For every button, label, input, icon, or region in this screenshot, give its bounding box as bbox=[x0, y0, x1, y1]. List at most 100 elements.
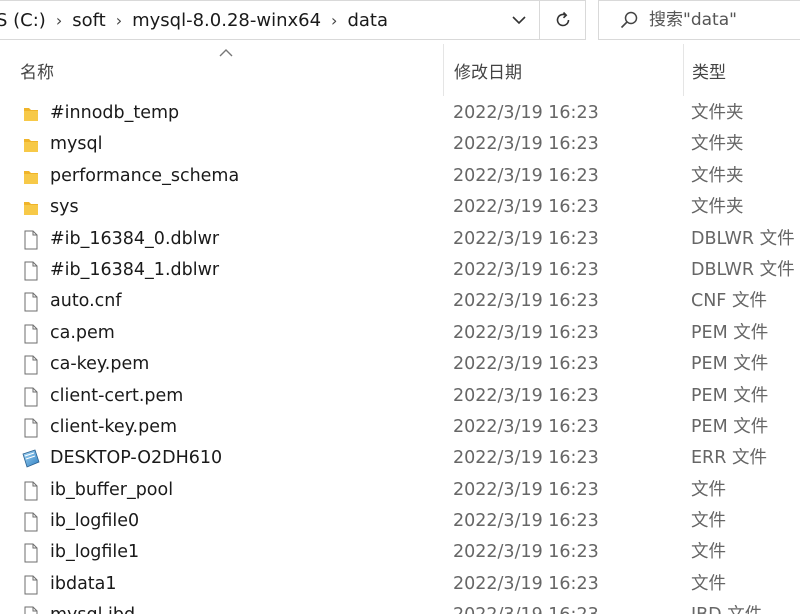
file-modified-date: 2022/3/19 16:23 bbox=[453, 479, 599, 500]
file-type: PEM 文件 bbox=[691, 322, 769, 343]
file-name: #innodb_temp bbox=[50, 103, 180, 123]
column-header-name[interactable]: 名称 bbox=[0, 44, 443, 96]
file-row[interactable]: ib_logfile1 2022/3/19 16:23 文件 bbox=[0, 537, 800, 568]
file-row[interactable]: ibdata1 2022/3/19 16:23 文件 bbox=[0, 569, 800, 600]
file-type: DBLWR 文件 bbox=[691, 259, 795, 280]
file-icon bbox=[20, 511, 42, 533]
file-row[interactable]: DESKTOP-O2DH610 2022/3/19 16:23 ERR 文件 bbox=[0, 443, 800, 474]
file-row[interactable]: #ib_16384_1.dblwr 2022/3/19 16:23 DBLWR 文件 bbox=[0, 255, 800, 286]
file-row[interactable]: ib_buffer_pool 2022/3/19 16:23 文件 bbox=[0, 475, 800, 506]
file-modified-date: 2022/3/19 16:23 bbox=[453, 322, 599, 343]
search-icon bbox=[609, 1, 649, 39]
file-modified-date: 2022/3/19 16:23 bbox=[453, 385, 599, 406]
file-name: ib_logfile1 bbox=[50, 542, 140, 563]
file-type: ERR 文件 bbox=[691, 448, 767, 469]
breadcrumb-data[interactable]: data bbox=[345, 10, 390, 31]
file-modified-date: 2022/3/19 16:23 bbox=[453, 134, 599, 155]
file-explorer-window: S (C:) › soft › mysql-8.0.28-winx64 › da… bbox=[0, 0, 800, 614]
column-header: 名称 修改日期 类型 bbox=[0, 44, 800, 96]
folder-icon bbox=[20, 197, 42, 219]
refresh-icon bbox=[556, 11, 569, 27]
file-type: DBLWR 文件 bbox=[691, 228, 795, 249]
file-row[interactable]: sys 2022/3/19 16:23 文件夹 bbox=[0, 192, 800, 223]
file-name: mysql bbox=[50, 134, 103, 155]
file-name: ib_buffer_pool bbox=[50, 479, 174, 500]
breadcrumb-separator-icon[interactable]: › bbox=[48, 11, 70, 30]
file-icon bbox=[20, 354, 42, 376]
file-type: 文件 bbox=[691, 511, 726, 532]
file-icon bbox=[20, 480, 42, 502]
file-type: 文件 bbox=[691, 542, 726, 563]
file-type: 文件 bbox=[691, 573, 726, 594]
file-modified-date: 2022/3/19 16:23 bbox=[453, 511, 599, 532]
breadcrumb-mysql[interactable]: mysql-8.0.28-winx64 bbox=[130, 10, 323, 31]
address-history-button[interactable] bbox=[499, 1, 539, 39]
file-icon bbox=[20, 229, 42, 251]
file-name: #ib_16384_1.dblwr bbox=[50, 259, 220, 280]
file-row[interactable]: auto.cnf 2022/3/19 16:23 CNF 文件 bbox=[0, 286, 800, 317]
file-modified-date: 2022/3/19 16:23 bbox=[453, 448, 599, 469]
file-icon bbox=[20, 260, 42, 282]
file-name: sys bbox=[50, 197, 79, 218]
file-row[interactable]: ca-key.pem 2022/3/19 16:23 PEM 文件 bbox=[0, 349, 800, 380]
file-name: auto.cnf bbox=[50, 291, 122, 312]
file-row[interactable]: mysql 2022/3/19 16:23 文件夹 bbox=[0, 129, 800, 160]
file-type: 文件夹 bbox=[691, 197, 744, 218]
file-name: #ib_16384_0.dblwr bbox=[50, 228, 220, 249]
folder-icon bbox=[20, 103, 42, 125]
file-row[interactable]: #ib_16384_0.dblwr 2022/3/19 16:23 DBLWR 文件 bbox=[0, 224, 800, 255]
file-type: PEM 文件 bbox=[691, 354, 769, 375]
chevron-down-icon bbox=[512, 16, 526, 25]
file-modified-date: 2022/3/19 16:23 bbox=[453, 259, 599, 280]
file-icon bbox=[20, 542, 42, 564]
file-icon bbox=[20, 291, 42, 313]
file-type: PEM 文件 bbox=[691, 385, 769, 406]
file-list: #innodb_temp 2022/3/19 16:23 文件夹 mysql 2022/… bbox=[0, 98, 800, 614]
file-row[interactable]: client-key.pem 2022/3/19 16:23 PEM 文件 bbox=[0, 412, 800, 443]
file-modified-date: 2022/3/19 16:23 bbox=[453, 291, 599, 312]
file-name: client-key.pem bbox=[50, 416, 178, 437]
error-log-icon bbox=[20, 448, 42, 470]
file-name: ca.pem bbox=[50, 322, 115, 343]
file-modified-date: 2022/3/19 16:23 bbox=[453, 354, 599, 375]
folder-icon bbox=[20, 134, 42, 156]
file-row[interactable]: client-cert.pem 2022/3/19 16:23 PEM 文件 bbox=[0, 381, 800, 412]
file-name: mysql.ibd bbox=[50, 600, 135, 614]
breadcrumb-drive[interactable]: S (C:) bbox=[0, 10, 48, 31]
file-row[interactable]: #innodb_temp 2022/3/19 16:23 文件夹 bbox=[0, 98, 800, 129]
file-name: performance_schema bbox=[50, 165, 240, 186]
file-name: client-cert.pem bbox=[50, 385, 184, 406]
file-type: PEM 文件 bbox=[691, 416, 769, 437]
file-modified-date: 2022/3/19 16:23 bbox=[453, 165, 599, 186]
file-name: ca-key.pem bbox=[50, 354, 150, 375]
file-modified-date: 2022/3/19 16:23 bbox=[453, 228, 599, 249]
file-row[interactable]: performance_schema 2022/3/19 16:23 文件夹 bbox=[0, 161, 800, 192]
breadcrumb-separator-icon[interactable]: › bbox=[323, 11, 345, 30]
file-row[interactable]: mysql.ibd 2022/3/19 16:23 IBD 文件 bbox=[0, 600, 800, 614]
search-input[interactable] bbox=[649, 10, 789, 30]
file-modified-date: 2022/3/19 16:23 bbox=[453, 600, 599, 614]
breadcrumb-separator-icon[interactable]: › bbox=[108, 11, 130, 30]
file-name: DESKTOP-O2DH610 bbox=[50, 448, 223, 469]
file-type: 文件夹 bbox=[691, 103, 744, 123]
search-box[interactable] bbox=[598, 0, 800, 40]
file-modified-date: 2022/3/19 16:23 bbox=[453, 103, 599, 123]
address-bar[interactable]: S (C:) › soft › mysql-8.0.28-winx64 › da… bbox=[0, 0, 540, 40]
file-row[interactable]: ib_logfile0 2022/3/19 16:23 文件 bbox=[0, 506, 800, 537]
column-header-date[interactable]: 修改日期 bbox=[443, 44, 683, 96]
file-modified-date: 2022/3/19 16:23 bbox=[453, 197, 599, 218]
file-modified-date: 2022/3/19 16:23 bbox=[453, 573, 599, 594]
file-icon bbox=[20, 323, 42, 345]
file-modified-date: 2022/3/19 16:23 bbox=[453, 416, 599, 437]
file-name: ib_logfile0 bbox=[50, 511, 140, 532]
file-icon bbox=[20, 417, 42, 439]
file-type: 文件夹 bbox=[691, 134, 744, 155]
file-icon bbox=[20, 574, 42, 596]
refresh-button[interactable] bbox=[540, 0, 586, 40]
folder-icon bbox=[20, 166, 42, 188]
file-row[interactable]: ca.pem 2022/3/19 16:23 PEM 文件 bbox=[0, 318, 800, 349]
file-type: 文件夹 bbox=[691, 165, 744, 186]
column-header-type[interactable]: 类型 bbox=[683, 44, 800, 96]
breadcrumb-soft[interactable]: soft bbox=[70, 10, 107, 31]
file-type: CNF 文件 bbox=[691, 291, 767, 312]
